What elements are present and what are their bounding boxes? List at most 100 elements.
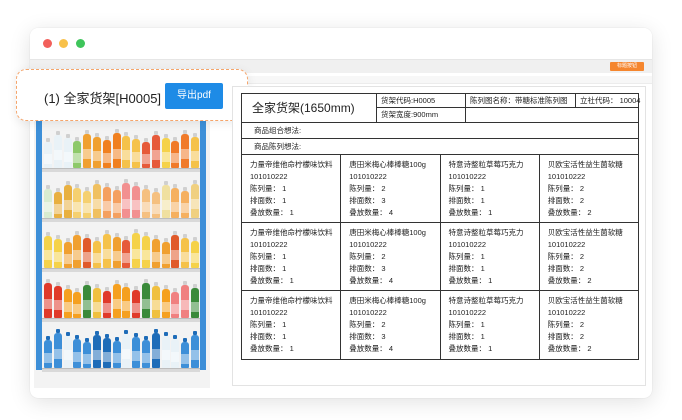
- product-name: 特意诗整粒草莓巧克力: [448, 228, 524, 237]
- facing-count: 排面数： 1: [448, 196, 485, 205]
- display-quantity: 陈列量： 1: [250, 184, 287, 193]
- display-quantity: 陈列量： 2: [547, 320, 585, 329]
- product-bottle: [161, 332, 170, 368]
- export-pdf-button[interactable]: 导出pdf: [165, 83, 223, 109]
- product-code: 101010222: [349, 308, 387, 317]
- facing-count: 排面数： 2: [547, 264, 585, 273]
- product-bottle: [142, 185, 150, 218]
- stack-quantity: 叠放数量： 2: [547, 208, 592, 217]
- stack-quantity: 叠放数量： 1: [250, 208, 294, 217]
- product-bottle: [132, 182, 141, 218]
- product-bottle: [161, 285, 170, 318]
- product-name: 贝欧宝活性益生菌软糖: [547, 296, 623, 305]
- product-bottle: [44, 336, 52, 368]
- product-bottle: [83, 281, 92, 318]
- display-quantity: 陈列量： 2: [547, 252, 585, 261]
- product-bottle: [73, 137, 82, 168]
- product-code: 101010222: [448, 172, 487, 181]
- facing-count: 排面数： 2: [547, 332, 585, 341]
- display-quantity: 陈列量： 2: [349, 252, 386, 261]
- outlet-code: 立社代码： 10004: [576, 94, 640, 108]
- product-bottle: [53, 188, 62, 218]
- product-bottle: [73, 335, 82, 368]
- product-name: 力量帝维他命柠檬味饮料: [250, 296, 333, 305]
- sheet-header: 全家货架(1650mm) 货架代码:H0005 陈列图名称：带糖标准陈列图 立社…: [241, 93, 640, 123]
- product-bottle: [161, 134, 170, 168]
- product-bottle: [151, 188, 160, 218]
- product-bottle: [151, 329, 160, 368]
- product-cell: 唐田米梅心棒棒糖100g 101010222 陈列量： 2 排面数： 3 叠放数量： 4: [341, 291, 441, 359]
- product-cell: 特意诗整粒草莓巧克力 101010222 陈列量： 1 排面数： 1 叠放数量： 1: [441, 291, 540, 359]
- product-bottle: [161, 181, 170, 218]
- display-quantity: 陈列量： 1: [448, 252, 485, 261]
- shelf-popup: (1) 全家货架[H0005] 导出pdf: [16, 69, 248, 121]
- product-bottle: [112, 129, 121, 168]
- product-bottle: [171, 184, 180, 218]
- product-bottle: [191, 237, 199, 268]
- product-bottle: [191, 133, 199, 168]
- product-bottle: [151, 235, 160, 268]
- product-bottle: [132, 135, 141, 168]
- product-bottle: [93, 331, 101, 368]
- product-bottle: [102, 183, 111, 218]
- product-name: 唐田米梅心棒棒糖100g: [349, 228, 426, 237]
- product-bottle: [112, 233, 121, 268]
- product-bottle: [122, 236, 131, 268]
- display-quantity: 陈列量： 2: [349, 320, 386, 329]
- product-bottle: [142, 279, 150, 318]
- product-bottle: [93, 237, 101, 268]
- maximize-window-icon[interactable]: [76, 39, 85, 48]
- product-bottle: [83, 130, 92, 168]
- product-bottle: [93, 180, 101, 218]
- product-bottle: [151, 282, 160, 318]
- product-bottle: [191, 331, 199, 368]
- product-bottle: [102, 136, 111, 168]
- product-code: 101010222: [448, 240, 487, 249]
- product-bottle: [171, 137, 180, 168]
- product-code: 101010222: [547, 172, 586, 181]
- product-bottle: [142, 232, 150, 268]
- product-code: 101010222: [250, 172, 288, 181]
- product-code: 101010222: [448, 308, 487, 317]
- product-bottle: [83, 234, 92, 268]
- product-bottle: [44, 185, 52, 218]
- product-bottle: [112, 337, 121, 368]
- combo-idea-row: 商品组合想法:: [241, 123, 639, 139]
- product-bottle: [73, 231, 82, 268]
- product-bottle: [83, 187, 92, 218]
- close-window-icon[interactable]: [43, 39, 52, 48]
- product-bottle: [53, 131, 62, 168]
- product-bottle: [83, 338, 92, 368]
- display-idea-label: 商品陈列想法:: [254, 142, 302, 151]
- product-bottle: [93, 284, 101, 318]
- product-name: 力量帝维他命柠檬味饮料: [250, 228, 333, 237]
- stack-quantity: 叠放数量： 4: [349, 344, 394, 353]
- facing-count: 排面数： 1: [250, 332, 287, 341]
- product-cell: 唐田米梅心棒棒糖100g 101010222 陈列量： 2 排面数： 3 叠放数量： 4: [341, 223, 441, 290]
- product-bottle: [53, 282, 62, 318]
- display-quantity: 陈列量： 1: [448, 320, 485, 329]
- facing-count: 排面数： 3: [349, 332, 386, 341]
- display-quantity: 陈列量： 1: [250, 252, 287, 261]
- shelf-post-right: [200, 118, 206, 370]
- product-cell: 贝欧宝活性益生菌软糖 101010222 陈列量： 2 排面数： 2 叠放数量： 2: [540, 223, 638, 290]
- stack-quantity: 叠放数量： 1: [250, 276, 294, 285]
- facing-count: 排面数： 1: [250, 264, 287, 273]
- product-bottle: [53, 235, 62, 268]
- product-cell: 特意诗整粒草莓巧克力 101010222 陈列量： 1 排面数： 1 叠放数量： 1: [441, 223, 540, 290]
- stack-quantity: 叠放数量： 4: [349, 208, 394, 217]
- stack-quantity: 叠放数量： 2: [547, 344, 592, 353]
- product-bottle: [63, 332, 72, 368]
- product-bottle: [132, 229, 141, 268]
- stack-quantity: 叠放数量： 4: [349, 276, 394, 285]
- topbar-action-button[interactable]: 标题按钮: [610, 62, 644, 71]
- product-bottle: [142, 336, 150, 368]
- shelf-name: 全家货架(1650mm): [242, 94, 377, 122]
- minimize-window-icon[interactable]: [59, 39, 68, 48]
- product-bottle: [102, 230, 111, 268]
- stack-quantity: 叠放数量： 1: [448, 208, 493, 217]
- shelf-board: [42, 368, 200, 372]
- product-cell: 贝欧宝活性益生菌软糖 101010222 陈列量： 2 排面数： 2 叠放数量： 2: [540, 291, 638, 359]
- product-bottle: [181, 234, 190, 268]
- product-code: 101010222: [349, 172, 387, 181]
